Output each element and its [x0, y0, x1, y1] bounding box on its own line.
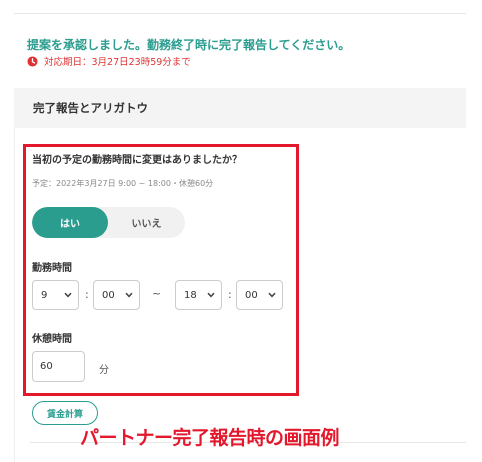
- time-colon: :: [85, 288, 89, 301]
- toggle-no-button[interactable]: いいえ: [108, 207, 185, 238]
- chevron-down-icon: [268, 292, 276, 298]
- change-toggle: はい いいえ: [32, 207, 185, 238]
- break-minutes-unit: 分: [99, 365, 109, 376]
- change-question: 当初の予定の勤務時間に変更はありましたか？: [32, 155, 242, 166]
- start-minute-select[interactable]: 00: [93, 280, 140, 310]
- break-minutes-input[interactable]: [32, 351, 85, 382]
- wage-calculation-button[interactable]: 賃金計算: [32, 401, 98, 425]
- toggle-yes-button[interactable]: はい: [32, 207, 108, 238]
- start-hour-select[interactable]: 9: [32, 280, 79, 310]
- end-hour-value: 18: [184, 289, 197, 301]
- section-title: 完了報告とアリガトウ: [33, 101, 148, 115]
- time-colon: :: [228, 288, 232, 301]
- start-hour-value: 9: [41, 289, 48, 301]
- chevron-down-icon: [64, 292, 72, 298]
- time-range-separator: ~: [152, 287, 162, 300]
- end-minute-value: 00: [245, 289, 258, 301]
- start-minute-value: 00: [102, 289, 115, 301]
- chevron-down-icon: [207, 292, 215, 298]
- card-left-border: [14, 128, 15, 462]
- top-card-edge: [14, 0, 466, 14]
- end-hour-select[interactable]: 18: [175, 280, 222, 310]
- approval-notice: 提案を承認しました。勤務終了時に完了報告してください。: [27, 38, 351, 52]
- clock-icon: [27, 55, 38, 67]
- deadline-text: 対応期日：3月27日23時59分まで: [44, 57, 191, 68]
- deadline-notice: 対応期日：3月27日23時59分まで: [27, 55, 191, 68]
- end-minute-select[interactable]: 00: [236, 280, 283, 310]
- chevron-down-icon: [125, 292, 133, 298]
- section-header: 完了報告とアリガトウ: [14, 88, 466, 128]
- break-time-label: 休憩時間: [32, 334, 72, 345]
- annotation-caption: パートナー完了報告時の画面例: [80, 427, 340, 449]
- work-time-label: 勤務時間: [32, 263, 72, 274]
- scheduled-time-note: 予定：2022年3月27日 9:00 ~ 18:00・休憩60分: [32, 179, 214, 188]
